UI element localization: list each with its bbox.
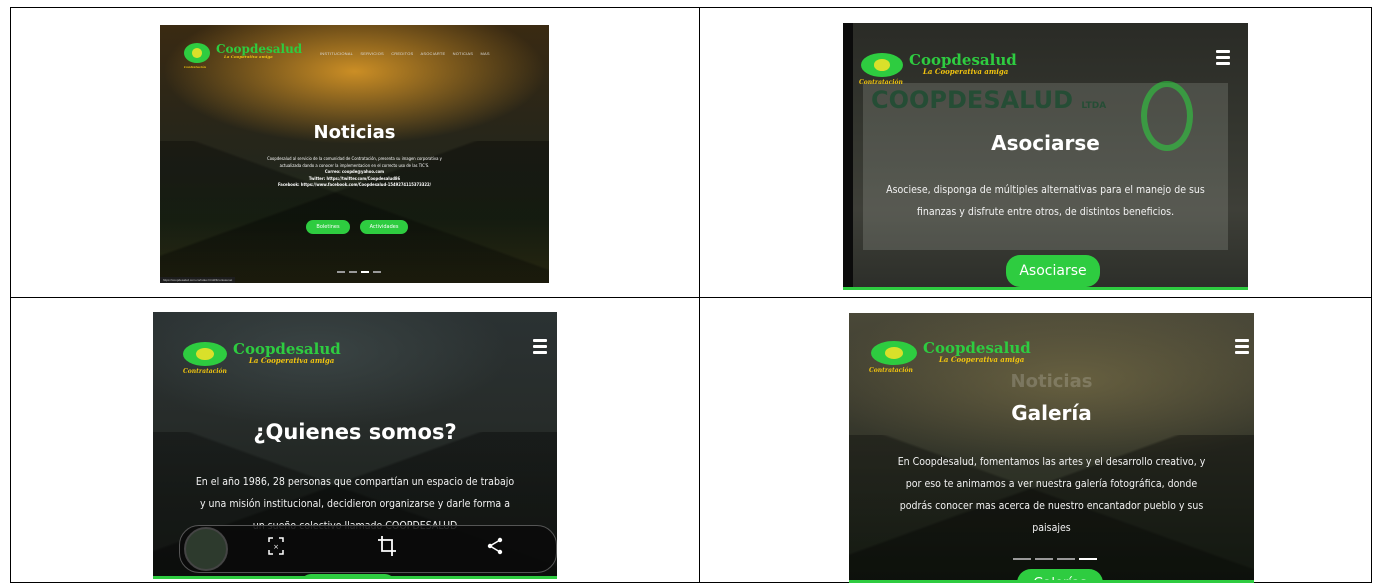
description-line: actualizada dando a conocer la implement… bbox=[279, 162, 430, 168]
screenshot-quienes-somos: Coopdesalud La Cooperativa amiga Contrat… bbox=[153, 312, 557, 579]
nav-item-creditos[interactable]: CREDITOS bbox=[391, 51, 413, 56]
carousel-indicator[interactable] bbox=[373, 271, 381, 273]
grid-divider-vertical bbox=[699, 8, 700, 582]
description-line: finanzas y disfrute entre otros, de dist… bbox=[916, 206, 1175, 218]
carousel-indicators bbox=[337, 271, 381, 273]
nav-item-institucional[interactable]: INSTITUCIONAL bbox=[320, 51, 353, 56]
hero-description: Coopdesalud al servicio de la comunidad … bbox=[220, 156, 489, 189]
logo-name: Coopdesalud bbox=[233, 340, 341, 358]
site-logo[interactable]: Coopdesalud La Cooperativa amiga bbox=[184, 43, 302, 63]
site-logo[interactable]: Coopdesalud La Cooperativa amiga bbox=[871, 341, 1031, 365]
site-logo[interactable]: Coopdesalud La Cooperativa amiga bbox=[183, 342, 341, 366]
nav-item-asociarte[interactable]: ASOCIARTE bbox=[421, 51, 446, 56]
crop-icon[interactable] bbox=[378, 536, 396, 561]
share-icon[interactable] bbox=[487, 537, 503, 560]
nav-item-noticias[interactable]: NOTICIAS bbox=[453, 51, 474, 56]
logo-emblem-icon bbox=[871, 341, 917, 365]
logo-emblem-icon bbox=[184, 43, 210, 63]
screenshot-asociarse: Coopdesalud La Cooperativa amiga Contrat… bbox=[843, 23, 1248, 290]
logo-place: Contratación bbox=[184, 65, 206, 69]
hero-description: En Coopdesalud, fomentamos las artes y e… bbox=[869, 451, 1234, 539]
carousel-indicator[interactable] bbox=[337, 271, 345, 273]
hero-title: Galería bbox=[1011, 401, 1092, 425]
menu-icon[interactable] bbox=[533, 339, 547, 357]
hero-description: Asociese, disponga de múltiples alternat… bbox=[863, 179, 1228, 223]
description-line: Coopdesalud al servicio de la comunidad … bbox=[267, 156, 442, 161]
ghost-title: Noticias bbox=[1010, 371, 1093, 392]
logo-name: Coopdesalud bbox=[923, 339, 1031, 357]
carousel-indicators bbox=[1013, 558, 1097, 560]
contact-email: Correo: coopde@yahoo.com bbox=[324, 169, 385, 175]
logo-emblem-icon bbox=[861, 53, 903, 77]
main-nav: INSTITUCIONAL SERVICIOS CREDITOS ASOCIAR… bbox=[320, 51, 496, 56]
site-logo[interactable]: Coopdesalud La Cooperativa amiga bbox=[861, 53, 1017, 77]
partial-cta-button[interactable] bbox=[301, 574, 395, 579]
nav-item-servicios[interactable]: SERVICIOS bbox=[360, 51, 384, 56]
footer-accent-bar bbox=[843, 287, 1248, 290]
footer-accent-bar bbox=[849, 580, 1254, 583]
carousel-indicator[interactable] bbox=[349, 271, 357, 273]
logo-tagline: La Cooperativa amiga bbox=[923, 67, 1009, 76]
logo-name: Coopdesalud bbox=[909, 51, 1017, 69]
carousel-indicator-active[interactable] bbox=[1079, 558, 1097, 560]
logo-tagline: La Cooperativa amiga bbox=[249, 356, 335, 365]
description-line: En Coopdesalud, fomentamos las artes y e… bbox=[897, 456, 1206, 468]
menu-icon[interactable] bbox=[1235, 339, 1249, 357]
building-sign-suffix: LTDA bbox=[1081, 101, 1107, 111]
screenshot-galeria: Coopdesalud La Cooperativa amiga Contrat… bbox=[849, 313, 1254, 583]
hero-title: Noticias bbox=[313, 122, 396, 143]
carousel-indicator[interactable] bbox=[1035, 558, 1053, 560]
building-sign: COOPDESALUD LTDA bbox=[871, 86, 1106, 114]
description-line: paisajes bbox=[1032, 522, 1071, 534]
description-line: por eso te animamos a ver nuestra galerí… bbox=[905, 478, 1198, 490]
description-line: podrás conocer mas acerca de nuestro enc… bbox=[899, 500, 1204, 512]
boletines-button[interactable]: Boletines bbox=[306, 220, 350, 234]
screenshot-thumbnail[interactable] bbox=[184, 527, 228, 571]
carousel-indicator[interactable] bbox=[1057, 558, 1075, 560]
actividades-button[interactable]: Actividades bbox=[360, 220, 408, 234]
hero-title: ¿Quienes somos? bbox=[253, 420, 457, 444]
nav-item-mas[interactable]: MAS bbox=[480, 51, 489, 56]
phone-edge bbox=[843, 23, 853, 290]
building-sign-text: COOPDESALUD bbox=[871, 86, 1074, 114]
menu-icon[interactable] bbox=[1216, 50, 1230, 68]
svg-text:×: × bbox=[273, 543, 279, 551]
screenshot-select-icon[interactable]: × bbox=[268, 537, 284, 560]
logo-place: Contratación bbox=[859, 79, 903, 86]
asociarse-button[interactable]: Asociarse bbox=[1006, 255, 1100, 287]
hero-title: Asociarse bbox=[991, 131, 1100, 155]
screenshot-noticias: Coopdesalud La Cooperativa amiga Contrat… bbox=[160, 25, 549, 283]
browser-status-url: https://coopdesalud.com.co/index.html#Fc… bbox=[160, 277, 236, 283]
contact-facebook: Facebook: https://www.facebook.com/Coopd… bbox=[277, 182, 432, 188]
screenshot-toolbar: × bbox=[179, 525, 557, 573]
logo-emblem-icon bbox=[183, 342, 227, 366]
grid-divider-horizontal bbox=[11, 297, 1371, 298]
carousel-indicator-active[interactable] bbox=[361, 271, 369, 273]
contact-twitter: Twitter: https://twitter.com/Coopdesalud… bbox=[308, 175, 401, 181]
logo-tagline: La Cooperativa amiga bbox=[939, 355, 1025, 364]
description-line: y una misión institucional, decidieron o… bbox=[199, 498, 511, 510]
description-line: Asociese, disponga de múltiples alternat… bbox=[886, 184, 1205, 196]
carousel-indicator[interactable] bbox=[1013, 558, 1031, 560]
description-line: En el año 1986, 28 personas que compartí… bbox=[195, 476, 515, 488]
logo-place: Contratación bbox=[183, 368, 227, 375]
